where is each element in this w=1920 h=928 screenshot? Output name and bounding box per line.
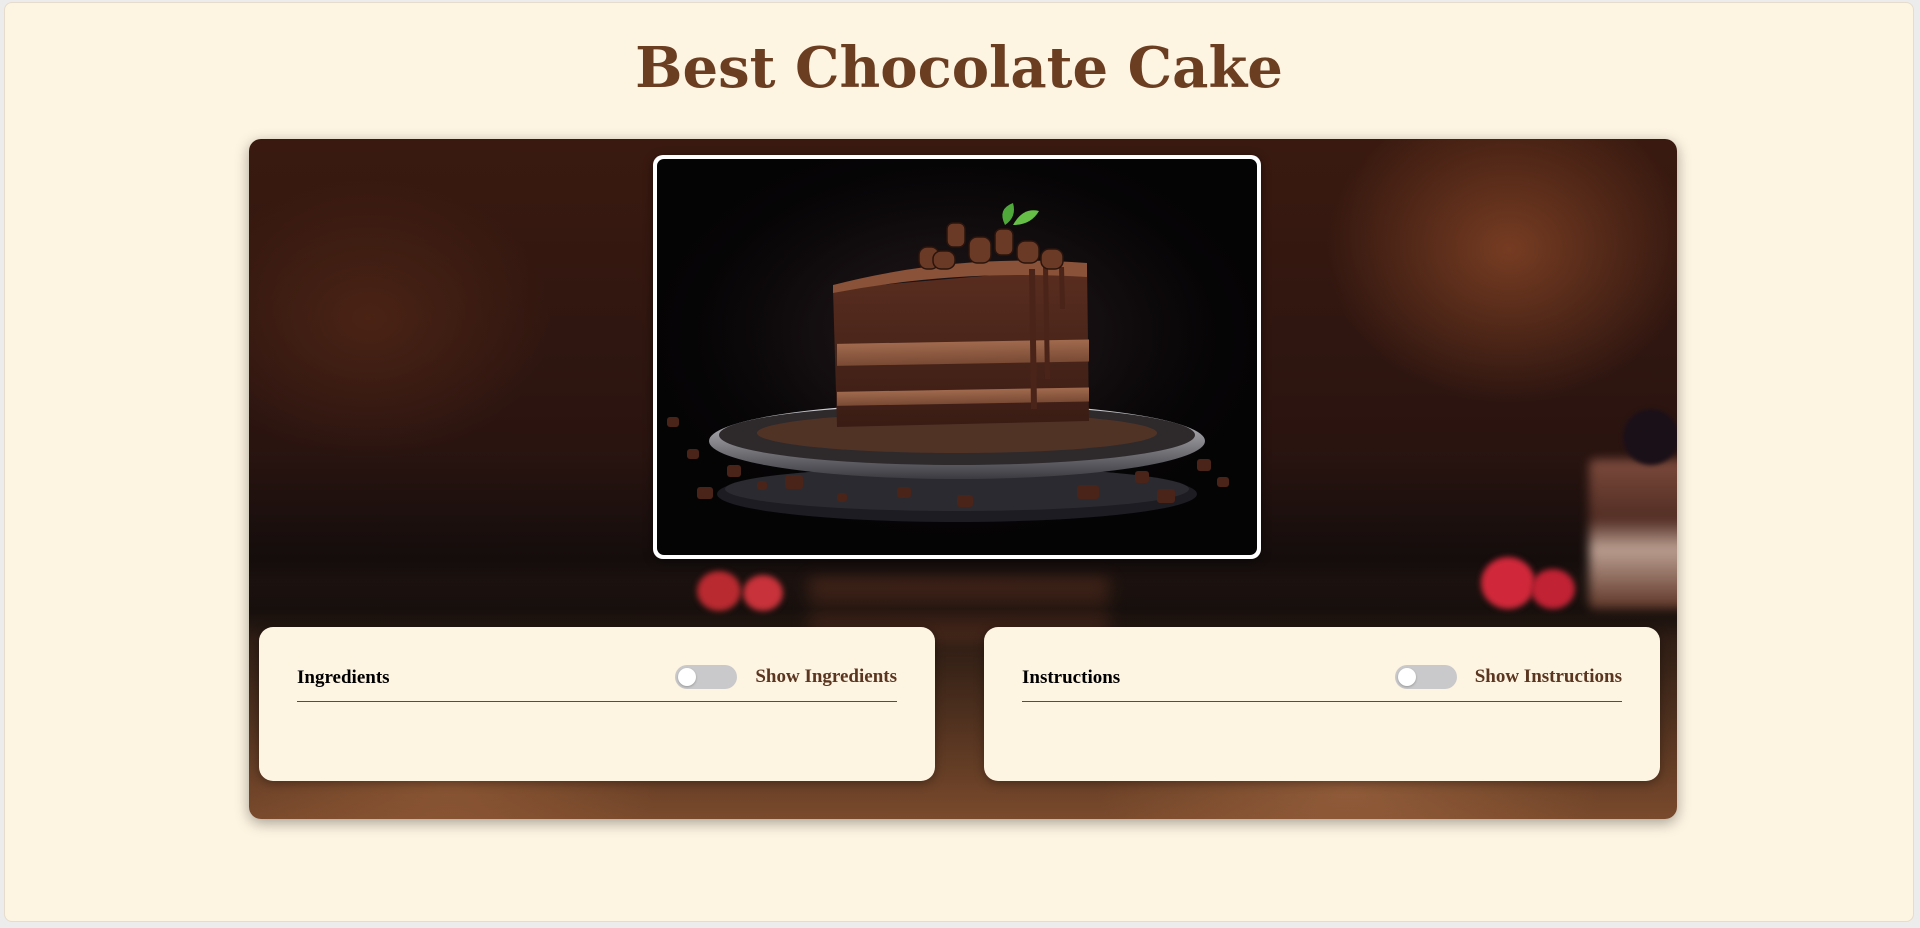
ingredients-toggle-switch[interactable] [675,665,738,689]
background-berry [1481,557,1535,609]
chocolate-cake-icon [657,159,1257,555]
page-title: Best Chocolate Cake [635,35,1283,101]
ingredients-heading: Ingredients [297,667,390,688]
background-blackberry [1623,409,1677,465]
toggle-knob [1397,668,1416,686]
background-berry [1531,569,1575,609]
background-berry [697,571,741,611]
cake-photo-frame [653,155,1261,559]
page-container: Best Chocolate Cake Ingredients Show Ing… [4,2,1914,922]
ingredients-card: Ingredients Show Ingredients [259,627,935,781]
instructions-toggle-switch[interactable] [1394,665,1457,689]
ingredients-toggle-group: Show Ingredients [675,665,897,689]
instructions-card: Instructions Show Instructions [984,627,1660,781]
instructions-header: Instructions Show Instructions [1022,661,1622,702]
background-berry [743,575,783,611]
instructions-heading: Instructions [1022,667,1121,688]
show-ingredients-label[interactable]: Show Ingredients [755,666,897,688]
show-instructions-label[interactable]: Show Instructions [1475,666,1622,688]
hero-banner: Ingredients Show Ingredients Instruction… [249,139,1677,819]
toggle-knob [678,668,697,686]
ingredients-header: Ingredients Show Ingredients [297,661,897,702]
cake-photo [657,159,1257,555]
background-cake-blur [1589,459,1677,609]
instructions-toggle-group: Show Instructions [1394,665,1622,689]
